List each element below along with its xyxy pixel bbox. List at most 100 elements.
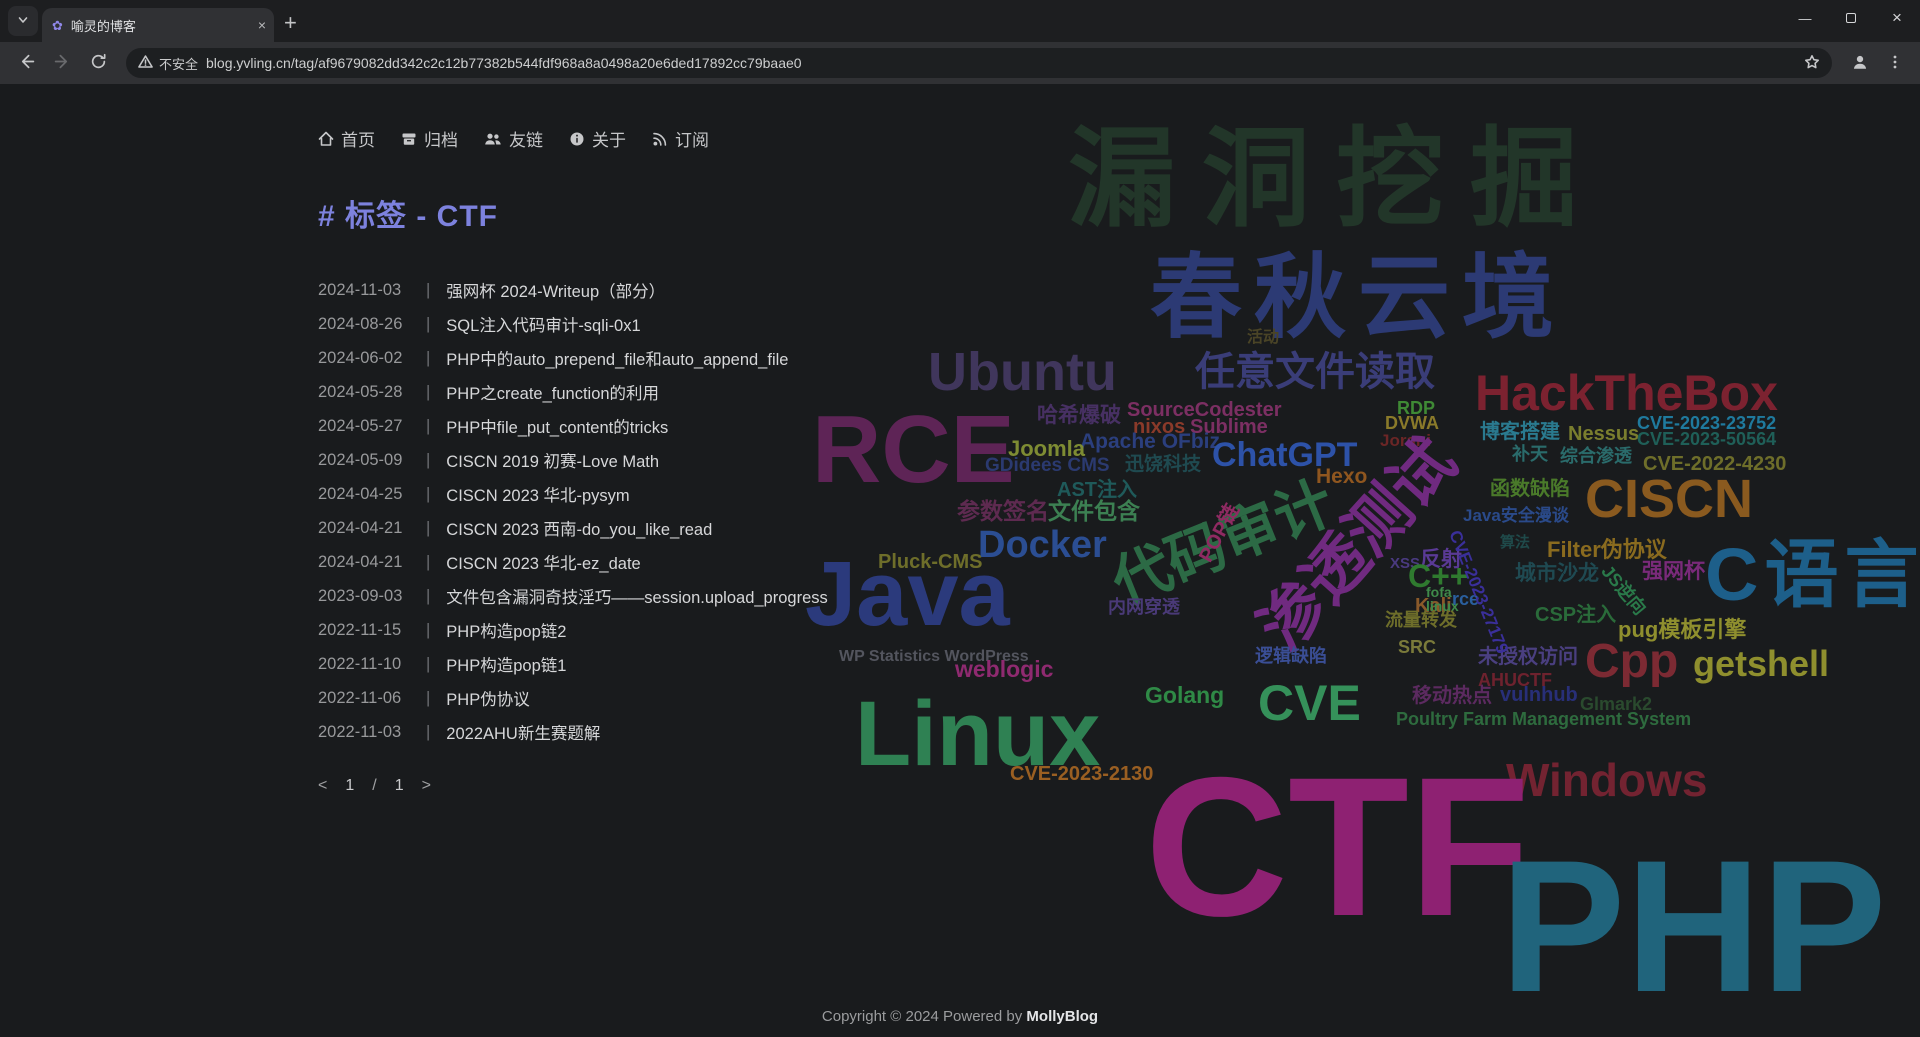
nav-item-2[interactable]: 归档: [401, 126, 458, 151]
tab-search-button[interactable]: [8, 6, 38, 36]
nav-item-label: 首页: [341, 126, 375, 151]
list-item: 2024-05-09 | CISCN 2019 初赛-Love Math: [318, 443, 1920, 477]
main-nav: 首页 归档 友链 关于 订阅: [318, 126, 1920, 151]
archive-icon: [401, 131, 417, 147]
post-separator: |: [426, 417, 430, 436]
address-bar[interactable]: 不安全 blog.yvling.cn/tag/af9679082dd342c2c…: [126, 48, 1832, 78]
post-date: 2022-11-06: [318, 689, 410, 708]
post-date: 2023-09-03: [318, 587, 410, 606]
window-controls: — ×: [1782, 0, 1920, 36]
home-icon: [318, 131, 334, 147]
kebab-menu-icon: [1888, 54, 1902, 73]
post-title-link[interactable]: PHP构造pop链1: [446, 652, 566, 676]
post-separator: |: [426, 281, 430, 300]
post-separator: |: [426, 315, 430, 334]
url-text[interactable]: blog.yvling.cn/tag/af9679082dd342c2c12b7…: [206, 55, 1796, 71]
warning-triangle-icon: [138, 54, 153, 72]
reload-button[interactable]: [82, 47, 114, 79]
nav-item-4[interactable]: 关于: [569, 126, 626, 151]
close-window-button[interactable]: ×: [1874, 0, 1920, 36]
person-icon: [1851, 53, 1869, 74]
nav-item-5[interactable]: 订阅: [652, 126, 709, 151]
browser-toolbar: 不安全 blog.yvling.cn/tag/af9679082dd342c2c…: [0, 42, 1920, 84]
tab-strip: ✿ 喻灵的博客 × + — ×: [0, 0, 1920, 42]
back-arrow-icon: [18, 53, 35, 73]
post-title-link[interactable]: PHP中的auto_prepend_file和auto_append_file: [446, 346, 788, 370]
post-title-link[interactable]: 2022AHU新生赛题解: [446, 720, 600, 744]
post-title-link[interactable]: PHP构造pop链2: [446, 618, 566, 642]
post-separator: |: [426, 723, 430, 742]
post-separator: |: [426, 689, 430, 708]
post-title-link[interactable]: CISCN 2023 华北-ez_date: [446, 550, 640, 574]
page-footer: Copyright © 2024 Powered by MollyBlog: [0, 1008, 1920, 1025]
rss-icon: [652, 131, 668, 147]
post-title-link[interactable]: CISCN 2019 初赛-Love Math: [446, 448, 659, 472]
site-favicon: ✿: [52, 19, 63, 32]
close-tab-icon[interactable]: ×: [258, 18, 266, 32]
post-separator: |: [426, 587, 430, 606]
friends-icon: [484, 131, 502, 147]
pagination: < 1 / 1 >: [318, 777, 1920, 795]
post-title-link[interactable]: 强网杯 2024-Writeup（部分）: [446, 278, 665, 302]
post-title-link[interactable]: 文件包含漏洞奇技淫巧——session.upload_progress: [446, 584, 827, 608]
list-item: 2024-11-03 | 强网杯 2024-Writeup（部分）: [318, 273, 1920, 307]
wordcloud-tag[interactable]: PHP: [1500, 832, 1887, 1020]
post-date: 2022-11-15: [318, 621, 410, 640]
list-item: 2023-09-03 | 文件包含漏洞奇技淫巧——session.upload_pr…: [318, 579, 1920, 613]
post-title-link[interactable]: PHP中file_put_content的tricks: [446, 414, 668, 438]
post-title-link[interactable]: CISCN 2023 西南-do_you_like_read: [446, 516, 712, 540]
security-label: 不安全: [159, 54, 198, 73]
post-separator: |: [426, 553, 430, 572]
post-date: 2024-06-02: [318, 349, 410, 368]
back-button[interactable]: [10, 47, 42, 79]
post-separator: |: [426, 655, 430, 674]
copyright-text: Copyright © 2024 Powered by: [822, 1008, 1027, 1025]
list-item: 2022-11-06 | PHP伪协议: [318, 681, 1920, 715]
post-date: 2024-05-27: [318, 417, 410, 436]
post-separator: |: [426, 383, 430, 402]
list-item: 2024-06-02|PHP中的auto_prepend_file和auto_a…: [318, 341, 1920, 375]
maximize-button[interactable]: [1828, 0, 1874, 36]
nav-item-1[interactable]: 首页: [318, 126, 375, 151]
post-title-link[interactable]: PHP之create_function的利用: [446, 380, 659, 404]
list-item: 2022-11-10|PHP构造pop链1: [318, 647, 1920, 681]
nav-item-3[interactable]: 友链: [484, 126, 543, 151]
post-date: 2022-11-03: [318, 723, 410, 742]
list-item: 2024-04-25|CISCN 2023 华北-pysym: [318, 477, 1920, 511]
post-separator: |: [426, 451, 430, 470]
list-item: 2022-11-03 | 2022AHU新生赛题解: [318, 715, 1920, 749]
reload-icon: [90, 53, 107, 73]
minimize-button[interactable]: —: [1782, 0, 1828, 36]
post-title-link[interactable]: CISCN 2023 华北-pysym: [446, 482, 629, 506]
next-page-button[interactable]: >: [422, 777, 431, 795]
profile-avatar-button[interactable]: [1844, 47, 1876, 79]
total-pages: 1: [395, 777, 404, 795]
post-title-link[interactable]: PHP伪协议: [446, 686, 529, 710]
post-date: 2024-05-09: [318, 451, 410, 470]
list-item: 2024-08-26|SQL注入代码审计-sqli-0x1: [318, 307, 1920, 341]
page-title: # 标签 - CTF: [318, 191, 1920, 235]
nav-item-label: 关于: [592, 126, 626, 151]
forward-button[interactable]: [46, 47, 78, 79]
footer-brand-link[interactable]: MollyBlog: [1026, 1008, 1098, 1025]
post-title-link[interactable]: SQL注入代码审计-sqli-0x1: [446, 312, 640, 336]
list-item: 2024-05-28|PHP之create_function的利用: [318, 375, 1920, 409]
forward-arrow-icon: [54, 53, 71, 73]
list-item: 2024-04-21|CISCN 2023 西南-do_you_like_rea…: [318, 511, 1920, 545]
post-date: 2024-04-21: [318, 519, 410, 538]
post-list: 2024-11-03|强网杯 2024-Writeup（部分）2024-08-2…: [318, 273, 1920, 749]
browser-menu-button[interactable]: [1880, 47, 1910, 79]
browser-window: ✿ 喻灵的博客 × + — × 不安全 blog.yvling.cn/tag/a…: [0, 0, 1920, 1037]
page-viewport: 漏洞挖掘春秋云境任意文件读取UbuntuHackTheBox活动RCE哈希爆破S…: [0, 84, 1920, 1037]
tab-title: 喻灵的博客: [71, 16, 250, 35]
current-page: 1: [345, 777, 354, 795]
post-date: 2024-04-25: [318, 485, 410, 504]
security-chip[interactable]: 不安全: [138, 54, 198, 73]
list-item: 2024-04-21|CISCN 2023 华北-ez_date: [318, 545, 1920, 579]
prev-page-button[interactable]: <: [318, 777, 327, 795]
bookmark-star-button[interactable]: [1804, 54, 1820, 73]
post-separator: |: [426, 621, 430, 640]
post-date: 2024-11-03: [318, 281, 410, 300]
new-tab-button[interactable]: +: [284, 12, 297, 34]
browser-tab[interactable]: ✿ 喻灵的博客 ×: [42, 8, 274, 42]
